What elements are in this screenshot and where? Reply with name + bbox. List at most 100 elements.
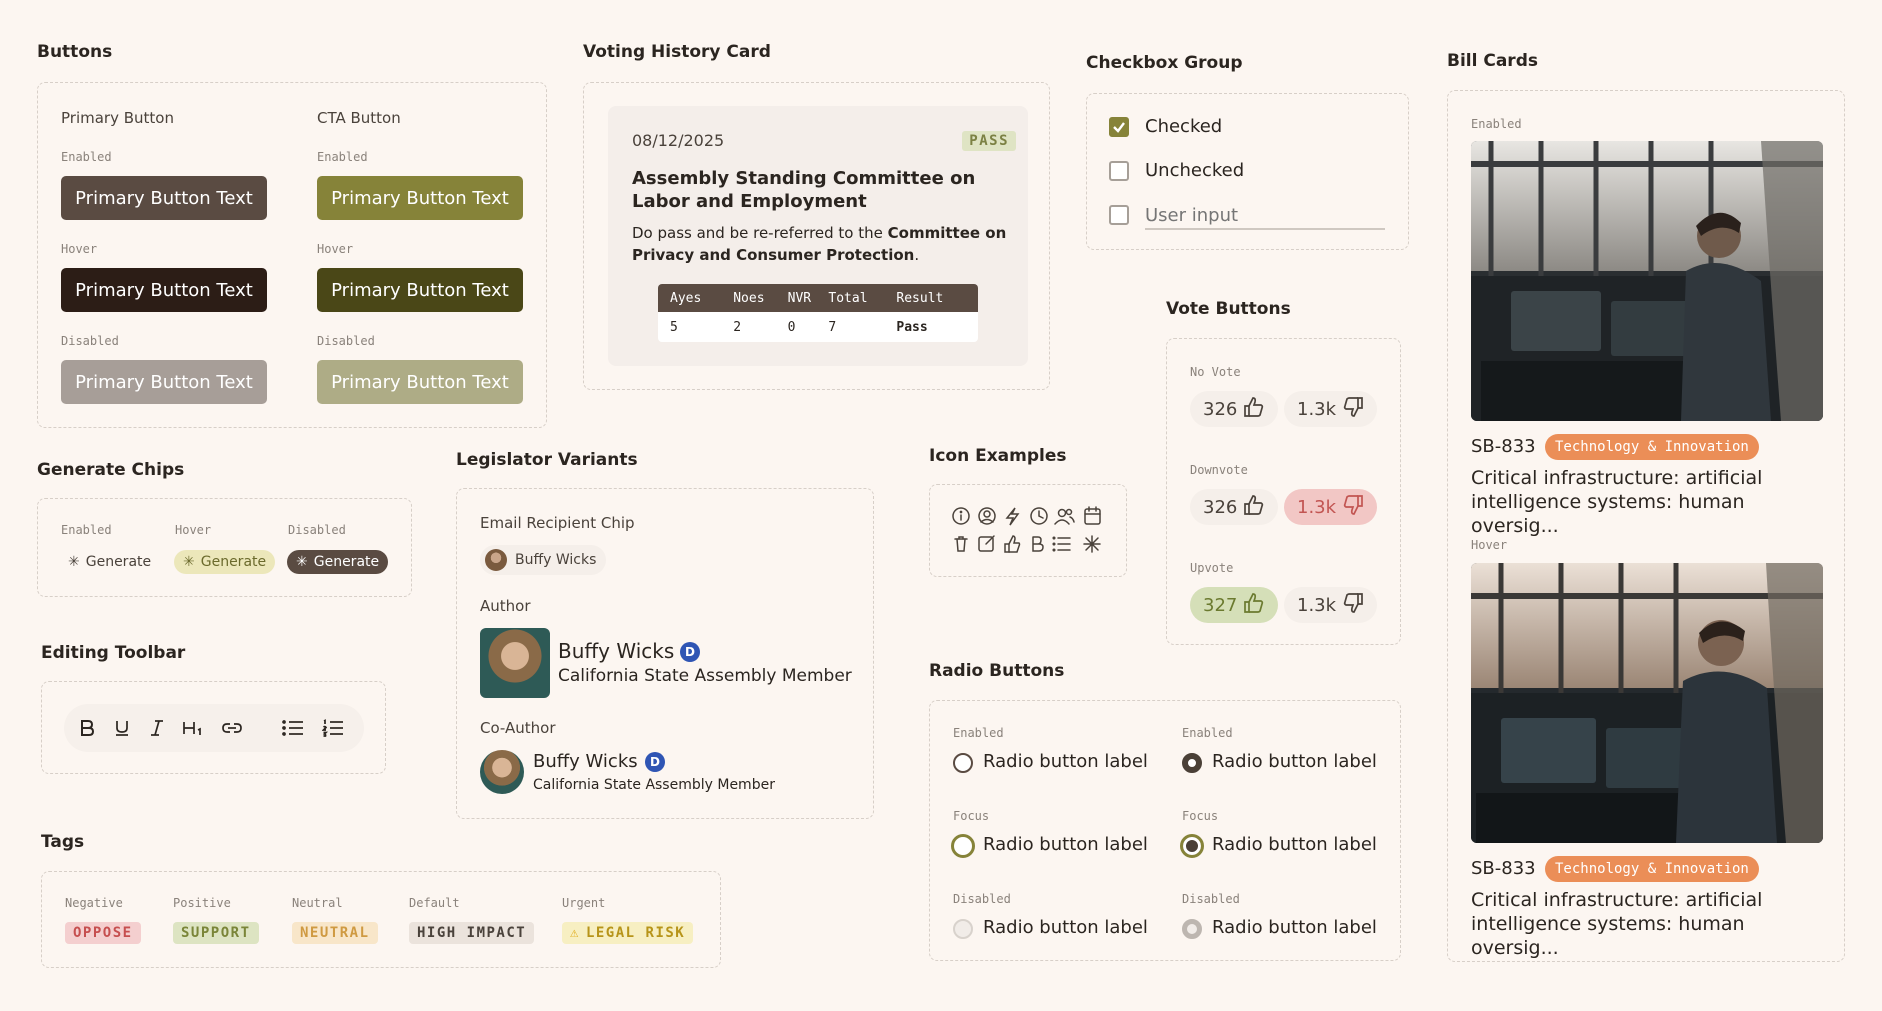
buttons-section-title: Buttons bbox=[37, 42, 113, 62]
checkbox-unchecked[interactable] bbox=[1109, 161, 1129, 181]
radio-unselected-focus[interactable] bbox=[951, 834, 975, 858]
generate-chip-hover[interactable]: ✳ Generate bbox=[174, 550, 276, 574]
state-label-disabled: Disabled bbox=[317, 334, 375, 348]
bill-title: Critical infrastructure: artificial inte… bbox=[1471, 467, 1763, 537]
cell-nvr: 0 bbox=[787, 319, 796, 335]
motion-text: Do pass and be re-referred to the Commit… bbox=[632, 224, 1007, 264]
checkbox-input[interactable] bbox=[1109, 205, 1129, 225]
state-label-neutral: Neutral bbox=[292, 896, 343, 910]
col-noes: Noes bbox=[733, 290, 765, 306]
thumbs-down-icon bbox=[1342, 592, 1364, 619]
thumbs-up-icon bbox=[1004, 535, 1021, 553]
radio-unselected-enabled[interactable] bbox=[953, 753, 973, 773]
radio-unselected-disabled bbox=[953, 919, 973, 939]
tag-high-impact: HIGH IMPACT bbox=[409, 922, 535, 944]
author-photo bbox=[480, 628, 550, 698]
sparkle-icon: ✳ bbox=[296, 554, 308, 570]
party-badge: D bbox=[645, 752, 665, 772]
col-nvr: NVR bbox=[787, 290, 812, 306]
upvote-button[interactable]: 326 bbox=[1190, 489, 1279, 525]
cell-ayes: 5 bbox=[670, 319, 678, 335]
coauthor-role: California State Assembly Member bbox=[533, 777, 775, 793]
col-total: Total bbox=[828, 290, 868, 306]
radio-label: Radio button label bbox=[983, 917, 1148, 938]
primary-button-disabled: Primary Button Text bbox=[61, 360, 267, 404]
icons-panel bbox=[929, 484, 1127, 577]
checkbox-unchecked-label: Unchecked bbox=[1145, 160, 1245, 181]
bold-icon bbox=[1032, 536, 1044, 552]
generate-chip-disabled: ✳ Generate bbox=[287, 550, 389, 574]
user-input-field[interactable] bbox=[1145, 202, 1385, 230]
state-label-enabled: Enabled bbox=[317, 150, 368, 164]
calendar-icon bbox=[1084, 506, 1101, 525]
downvote-button[interactable]: 1.3k bbox=[1284, 587, 1378, 623]
pass-badge: PASS bbox=[962, 131, 1016, 151]
radio-panel: Enabled Enabled Radio button label Radio… bbox=[929, 700, 1401, 961]
vote-buttons-section-title: Vote Buttons bbox=[1166, 299, 1291, 319]
bill-cards-section-title: Bill Cards bbox=[1447, 51, 1538, 71]
checkbox-checked[interactable] bbox=[1109, 117, 1129, 137]
tag-support: SUPPORT bbox=[173, 922, 259, 944]
numbered-list-icon bbox=[322, 719, 343, 737]
toolbar-panel bbox=[41, 681, 386, 774]
buttons-panel: Primary Button CTA Button Enabled Enable… bbox=[37, 82, 547, 428]
cta-button-enabled[interactable]: Primary Button Text bbox=[317, 176, 523, 220]
tags-panel: Negative Positive Neutral Default Urgent… bbox=[41, 871, 721, 968]
downvote-button-active[interactable]: 1.3k bbox=[1284, 489, 1378, 525]
state-label-enabled: Enabled bbox=[1182, 726, 1233, 740]
state-label-enabled: Enabled bbox=[61, 150, 112, 164]
tag-oppose: OPPOSE bbox=[65, 922, 141, 944]
primary-button-heading: Primary Button bbox=[61, 109, 174, 127]
downvote-button[interactable]: 1.3k bbox=[1284, 391, 1378, 427]
upvote-button-active[interactable]: 327 bbox=[1190, 587, 1279, 623]
bill-cards-panel: Enabled SB-833 Technology & Innovation C… bbox=[1447, 90, 1845, 962]
sparkle-icon: ✳ bbox=[68, 554, 80, 570]
thumbs-up-icon bbox=[1243, 396, 1265, 423]
generate-chip-enabled[interactable]: ✳ Generate bbox=[59, 550, 160, 574]
heading-button[interactable] bbox=[178, 713, 208, 743]
state-label-disabled: Disabled bbox=[1182, 892, 1240, 906]
radio-selected-focus[interactable] bbox=[1180, 834, 1204, 858]
sparkle-icon: ✳ bbox=[183, 554, 195, 570]
thumbs-down-icon bbox=[1342, 494, 1364, 521]
state-label-default: Default bbox=[409, 896, 460, 910]
state-label-urgent: Urgent bbox=[562, 896, 606, 910]
state-label-focus: Focus bbox=[1182, 809, 1219, 823]
italic-button[interactable] bbox=[142, 713, 172, 743]
icons-section-title: Icon Examples bbox=[929, 446, 1067, 466]
legislator-section-title: Legislator Variants bbox=[456, 450, 638, 470]
state-label-no-vote: No Vote bbox=[1190, 365, 1241, 379]
bold-button[interactable] bbox=[72, 713, 102, 743]
radio-label: Radio button label bbox=[983, 834, 1148, 855]
state-label-enabled: Enabled bbox=[1471, 117, 1522, 131]
generate-panel: Enabled Hover Disabled ✳ Generate ✳ Genera… bbox=[37, 498, 412, 597]
state-label-disabled: Disabled bbox=[61, 334, 119, 348]
primary-button-hover[interactable]: Primary Button Text bbox=[61, 268, 267, 312]
email-chip-heading: Email Recipient Chip bbox=[480, 514, 635, 532]
upvote-button[interactable]: 326 bbox=[1190, 391, 1279, 427]
vote-buttons-panel: No Vote 326 1.3k Downvote 326 1.3k Upvot… bbox=[1166, 338, 1401, 645]
tag-legal-risk: ⚠ LEGAL RISK bbox=[562, 922, 694, 944]
state-label-hover: Hover bbox=[317, 242, 354, 256]
radio-selected-enabled[interactable] bbox=[1182, 753, 1202, 773]
heading-icon bbox=[183, 722, 201, 735]
numbered-list-button[interactable] bbox=[318, 713, 348, 743]
radio-selected-disabled bbox=[1182, 919, 1202, 939]
thumbs-up-icon bbox=[1243, 494, 1265, 521]
committee-name: Assembly Standing Committee on Labor and… bbox=[632, 168, 976, 212]
checkbox-checked-label: Checked bbox=[1145, 116, 1223, 137]
cta-button-hover[interactable]: Primary Button Text bbox=[317, 268, 523, 312]
underline-button[interactable] bbox=[107, 713, 137, 743]
link-button[interactable] bbox=[217, 713, 247, 743]
email-recipient-chip[interactable]: Buffy Wicks bbox=[480, 545, 607, 575]
bullet-list-button[interactable] bbox=[278, 713, 308, 743]
state-label-positive: Positive bbox=[173, 896, 231, 910]
bill-topic-tag: Technology & Innovation bbox=[1545, 434, 1759, 460]
cta-button-heading: CTA Button bbox=[317, 109, 401, 127]
bill-card-hover[interactable]: SB-833 Technology & Innovation Critical … bbox=[1471, 563, 1823, 959]
voting-history-card[interactable]: 08/12/2025 PASS Assembly Standing Commit… bbox=[608, 106, 1028, 366]
primary-button-enabled[interactable]: Primary Button Text bbox=[61, 176, 267, 220]
bill-card-enabled[interactable]: SB-833 Technology & Innovation Critical … bbox=[1471, 141, 1823, 537]
cell-total: 7 bbox=[828, 319, 837, 335]
state-label-negative: Negative bbox=[65, 896, 123, 910]
